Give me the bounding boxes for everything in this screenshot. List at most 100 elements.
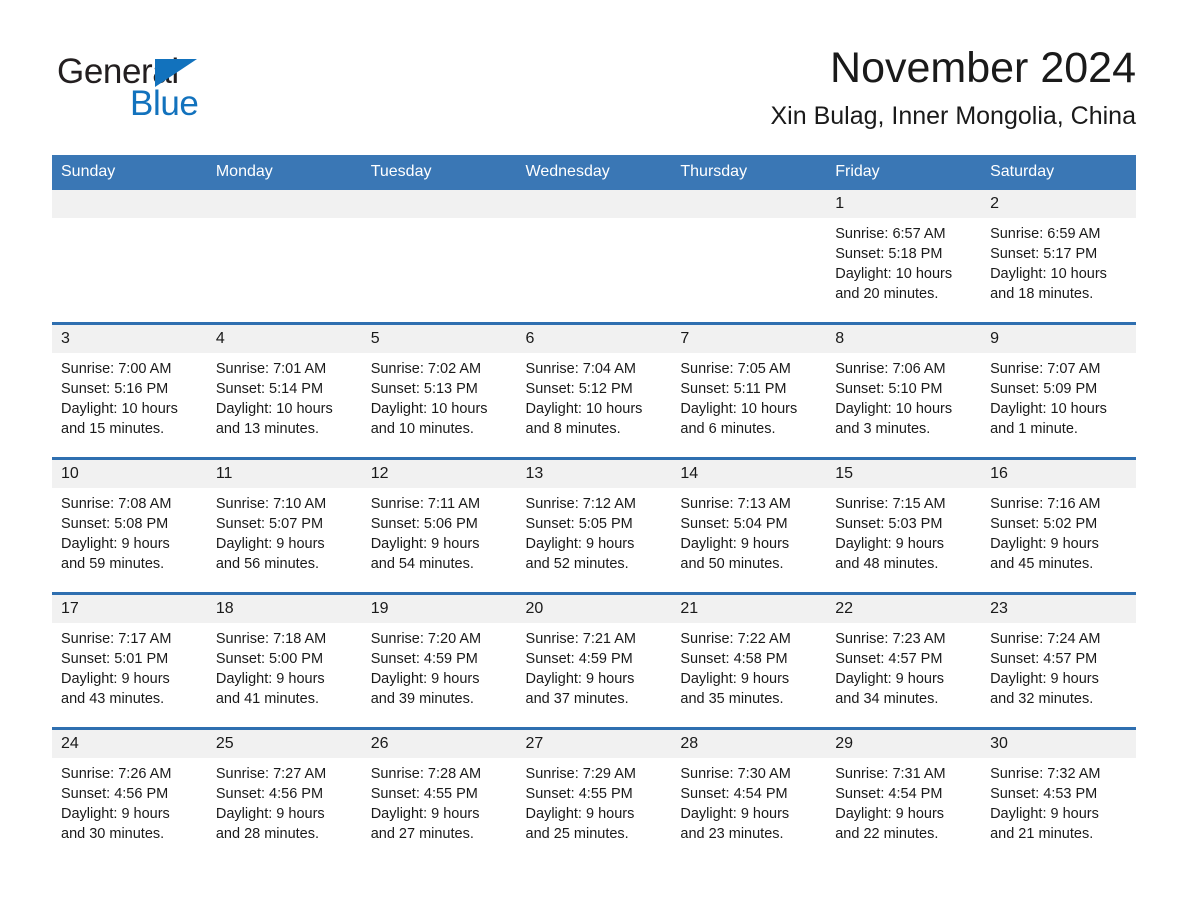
sunset-time: Sunset: 5:07 PM xyxy=(215,516,324,532)
daylight-duration-line2: and 39 minutes. xyxy=(370,691,474,707)
weekday-header-row: Sunday Monday Tuesday Wednesday Thursday… xyxy=(52,155,1136,190)
weekday-header-thursday: Thursday xyxy=(671,155,827,190)
day-details: Sunrise: 7:32 AM Sunset: 4:53 PM Daylight:… xyxy=(981,758,1136,844)
calendar-day-cell[interactable]: 22 Sunrise: 7:23 AM Sunset: 4:57 PM Dayligh… xyxy=(826,592,982,729)
calendar-day-cell[interactable]: 24 Sunrise: 7:26 AM Sunset: 4:56 PM Dayligh… xyxy=(52,727,207,862)
page-header: General Blue November 2024 Xin Bulag, In… xyxy=(0,0,1188,155)
calendar-day-cell[interactable]: 29 Sunrise: 7:31 AM Sunset: 4:54 PM Dayligh… xyxy=(826,727,982,862)
calendar-day-cell[interactable]: 30 Sunrise: 7:32 AM Sunset: 4:53 PM Dayligh… xyxy=(981,727,1136,862)
calendar-day-cell[interactable]: 18 Sunrise: 7:18 AM Sunset: 5:00 PM Dayligh… xyxy=(206,592,362,729)
calendar-day-cell[interactable]: 15 Sunrise: 7:15 AM Sunset: 5:03 PM Dayligh… xyxy=(826,457,982,594)
day-number: 21 xyxy=(671,595,827,623)
calendar-day-cell[interactable]: 7 Sunrise: 7:05 AM Sunset: 5:11 PM Daylight… xyxy=(671,322,827,459)
day-number: 13 xyxy=(516,460,672,488)
daylight-duration-line2: and 48 minutes. xyxy=(835,556,939,572)
sunrise-time: Sunrise: 7:28 AM xyxy=(370,766,482,782)
daylight-duration-line2: and 10 minutes. xyxy=(370,421,474,437)
calendar-body: 1 Sunrise: 6:57 AM Sunset: 5:18 PM Daylight… xyxy=(52,190,1136,862)
calendar-day-cell[interactable]: 17 Sunrise: 7:17 AM Sunset: 5:01 PM Dayligh… xyxy=(52,592,207,729)
calendar-day-cell[interactable]: 6 Sunrise: 7:04 AM Sunset: 5:12 PM Daylight… xyxy=(516,322,672,459)
calendar-day-cell[interactable]: 27 Sunrise: 7:29 AM Sunset: 4:55 PM Dayligh… xyxy=(516,727,672,862)
sunrise-time: Sunrise: 7:07 AM xyxy=(990,361,1101,377)
sunrise-time: Sunrise: 7:24 AM xyxy=(990,631,1101,647)
sunrise-time: Sunrise: 7:15 AM xyxy=(835,496,946,512)
day-details: Sunrise: 7:01 AM Sunset: 5:14 PM Daylight:… xyxy=(207,353,362,439)
calendar-day-cell[interactable]: 8 Sunrise: 7:06 AM Sunset: 5:10 PM Daylight… xyxy=(826,322,982,459)
day-number: 20 xyxy=(516,595,672,623)
sunrise-time: Sunrise: 7:04 AM xyxy=(525,361,636,377)
sunset-time: Sunset: 5:06 PM xyxy=(370,516,478,532)
daylight-duration-line1: Daylight: 10 hours xyxy=(990,401,1107,417)
calendar-day-cell[interactable]: 3 Sunrise: 7:00 AM Sunset: 5:16 PM Daylight… xyxy=(52,322,207,459)
calendar-day-cell[interactable]: 19 Sunrise: 7:20 AM Sunset: 4:59 PM Dayligh… xyxy=(361,592,517,729)
daylight-duration-line1: Daylight: 9 hours xyxy=(61,671,170,687)
daylight-duration-line1: Daylight: 9 hours xyxy=(525,806,635,822)
sunrise-time: Sunrise: 7:27 AM xyxy=(215,766,327,782)
calendar-day-cell[interactable]: 20 Sunrise: 7:21 AM Sunset: 4:59 PM Dayligh… xyxy=(516,592,672,729)
calendar-day-cell[interactable]: 12 Sunrise: 7:11 AM Sunset: 5:06 PM Dayligh… xyxy=(361,457,517,594)
sunset-time: Sunset: 5:12 PM xyxy=(525,381,633,397)
daylight-duration-line1: Daylight: 10 hours xyxy=(370,401,488,417)
day-details: Sunrise: 7:27 AM Sunset: 4:56 PM Daylight:… xyxy=(207,758,362,844)
daylight-duration-line1: Daylight: 9 hours xyxy=(990,536,1099,552)
daylight-duration-line1: Daylight: 10 hours xyxy=(680,401,798,417)
sunset-time: Sunset: 4:53 PM xyxy=(990,786,1098,802)
day-details: Sunrise: 7:04 AM Sunset: 5:12 PM Daylight:… xyxy=(517,353,672,439)
calendar-day-cell[interactable]: 5 Sunrise: 7:02 AM Sunset: 5:13 PM Daylight… xyxy=(361,322,517,459)
calendar-day-cell[interactable]: 28 Sunrise: 7:30 AM Sunset: 4:54 PM Dayligh… xyxy=(671,727,827,862)
sunrise-time: Sunrise: 6:59 AM xyxy=(990,226,1101,242)
day-details: Sunrise: 7:10 AM Sunset: 5:07 PM Daylight:… xyxy=(207,488,362,574)
calendar-day-cell[interactable]: 9 Sunrise: 7:07 AM Sunset: 5:09 PM Daylight… xyxy=(981,322,1136,459)
calendar-day-cell[interactable]: 10 Sunrise: 7:08 AM Sunset: 5:08 PM Dayligh… xyxy=(52,457,207,594)
day-details: Sunrise: 7:20 AM Sunset: 4:59 PM Daylight:… xyxy=(362,623,517,709)
logo-text-blue: Blue xyxy=(130,84,199,123)
day-details: Sunrise: 7:13 AM Sunset: 5:04 PM Daylight:… xyxy=(671,488,826,574)
daylight-duration-line2: and 15 minutes. xyxy=(61,421,165,437)
day-details: Sunrise: 7:22 AM Sunset: 4:58 PM Daylight:… xyxy=(671,623,826,709)
sunset-time: Sunset: 5:03 PM xyxy=(835,516,943,532)
daylight-duration-line2: and 43 minutes. xyxy=(61,691,165,707)
daylight-duration-line1: Daylight: 9 hours xyxy=(680,536,790,552)
calendar-page: General Blue November 2024 Xin Bulag, In… xyxy=(0,0,1188,918)
calendar-day-cell[interactable]: 11 Sunrise: 7:10 AM Sunset: 5:07 PM Dayligh… xyxy=(206,457,362,594)
calendar-day-cell[interactable]: 13 Sunrise: 7:12 AM Sunset: 5:05 PM Dayligh… xyxy=(516,457,672,594)
sunset-time: Sunset: 4:56 PM xyxy=(215,786,324,802)
daylight-duration-line1: Daylight: 9 hours xyxy=(61,806,170,822)
sunrise-time: Sunrise: 7:02 AM xyxy=(370,361,482,377)
daylight-duration-line2: and 21 minutes. xyxy=(990,826,1094,842)
calendar-day-cell[interactable]: 23 Sunrise: 7:24 AM Sunset: 4:57 PM Dayligh… xyxy=(981,592,1136,729)
daylight-duration-line2: and 37 minutes. xyxy=(525,691,629,707)
day-number: 7 xyxy=(671,325,827,353)
calendar-day-cell-empty xyxy=(52,190,207,324)
calendar-day-cell[interactable]: 16 Sunrise: 7:16 AM Sunset: 5:02 PM Dayligh… xyxy=(981,457,1136,594)
sunrise-time: Sunrise: 7:29 AM xyxy=(525,766,636,782)
calendar-week-row: 1 Sunrise: 6:57 AM Sunset: 5:18 PM Daylight… xyxy=(52,190,1136,324)
calendar-day-cell[interactable]: 26 Sunrise: 7:28 AM Sunset: 4:55 PM Dayligh… xyxy=(361,727,517,862)
day-number: 15 xyxy=(826,460,982,488)
daylight-duration-line2: and 41 minutes. xyxy=(215,691,320,707)
calendar-day-cell[interactable]: 25 Sunrise: 7:27 AM Sunset: 4:56 PM Dayligh… xyxy=(206,727,362,862)
day-details: Sunrise: 7:24 AM Sunset: 4:57 PM Daylight:… xyxy=(981,623,1136,709)
calendar-day-cell[interactable]: 2 Sunrise: 6:59 AM Sunset: 5:17 PM Daylight… xyxy=(981,190,1136,324)
calendar-day-cell-empty xyxy=(516,190,672,324)
sunrise-time: Sunrise: 7:08 AM xyxy=(61,496,172,512)
sunset-time: Sunset: 4:57 PM xyxy=(835,651,943,667)
calendar-day-cell[interactable]: 21 Sunrise: 7:22 AM Sunset: 4:58 PM Dayligh… xyxy=(671,592,827,729)
daylight-duration-line2: and 59 minutes. xyxy=(61,556,165,572)
daylight-duration-line2: and 27 minutes. xyxy=(370,826,474,842)
day-details: Sunrise: 7:23 AM Sunset: 4:57 PM Daylight:… xyxy=(826,623,981,709)
calendar-day-cell[interactable]: 1 Sunrise: 6:57 AM Sunset: 5:18 PM Daylight… xyxy=(826,190,982,324)
page-subtitle-location: Xin Bulag, Inner Mongolia, China xyxy=(770,102,1136,131)
day-details: Sunrise: 7:02 AM Sunset: 5:13 PM Daylight:… xyxy=(362,353,517,439)
daylight-duration-line1: Daylight: 9 hours xyxy=(990,671,1099,687)
day-number xyxy=(516,190,672,218)
calendar-day-cell[interactable]: 14 Sunrise: 7:13 AM Sunset: 5:04 PM Dayligh… xyxy=(671,457,827,594)
sunset-time: Sunset: 4:59 PM xyxy=(370,651,478,667)
day-number: 12 xyxy=(361,460,517,488)
sunset-time: Sunset: 5:08 PM xyxy=(61,516,169,532)
general-blue-logo[interactable]: General Blue xyxy=(57,44,247,122)
sunrise-time: Sunrise: 7:17 AM xyxy=(61,631,172,647)
daylight-duration-line1: Daylight: 9 hours xyxy=(680,806,790,822)
day-number xyxy=(206,190,362,218)
calendar-day-cell[interactable]: 4 Sunrise: 7:01 AM Sunset: 5:14 PM Daylight… xyxy=(206,322,362,459)
